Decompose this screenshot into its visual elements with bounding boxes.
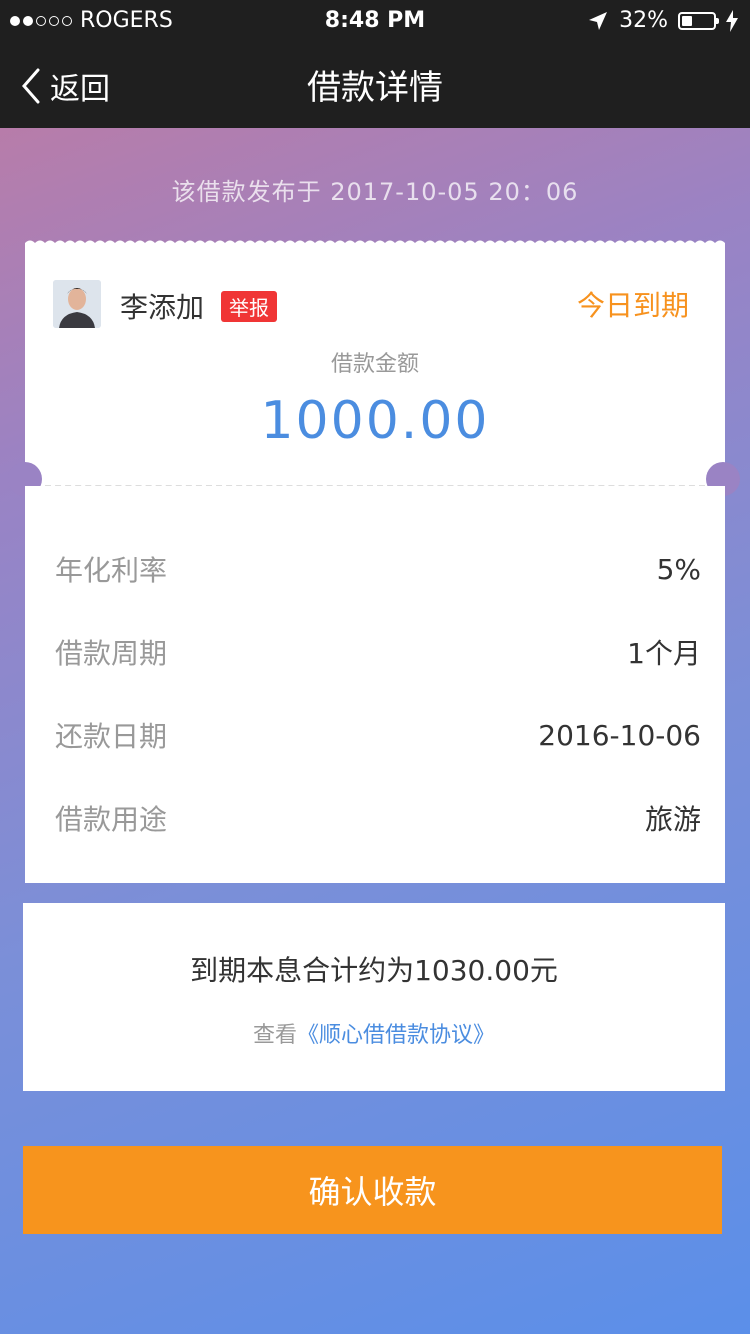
detail-row-rate: 年化利率 5%	[55, 549, 701, 589]
due-status: 今日到期	[576, 289, 689, 322]
detail-label: 年化利率	[55, 554, 168, 587]
amount-label: 借款金额	[330, 352, 419, 377]
nav-bar: 返回 借款详情	[0, 40, 750, 128]
agreement-link[interactable]: 《顺心借借款协议》	[297, 1023, 495, 1048]
agreement-line: 查看《顺心借借款协议》	[23, 1017, 725, 1049]
loan-details-card: 年化利率 5% 借款周期 1个月 还款日期 2016-10-06 借款用途 旅游	[25, 486, 725, 883]
publish-date: 该借款发布于 2017-10-05 20：06	[171, 178, 579, 206]
detail-row-purpose: 借款用途 旅游	[55, 798, 701, 838]
detail-label: 还款日期	[55, 720, 168, 753]
total-amount-text: 到期本息合计约为1030.00元	[190, 954, 558, 987]
avatar[interactable]	[53, 280, 101, 328]
zigzag-edge	[25, 240, 725, 248]
battery-icon	[678, 11, 719, 30]
charging-bolt-icon	[726, 9, 738, 32]
report-button[interactable]: 举报	[221, 291, 277, 322]
detail-row-period: 借款周期 1个月	[55, 632, 701, 672]
detail-value: 1个月	[627, 637, 701, 670]
detail-row-repay-date: 还款日期 2016-10-06	[55, 715, 701, 755]
page-title: 借款详情	[307, 68, 443, 108]
confirm-receipt-button[interactable]: 确认收款	[23, 1146, 722, 1234]
status-bar: ROGERS 8:48 PM 32%	[0, 0, 750, 40]
borrower-name: 李添加	[120, 291, 205, 324]
loan-summary-card: 李添加 举报 今日到期 借款金额 1000.00	[25, 240, 725, 486]
loan-amount: 1000.00	[260, 391, 490, 451]
battery-percent: 32%	[619, 8, 668, 33]
detail-label: 借款用途	[55, 803, 168, 836]
detail-value: 旅游	[644, 803, 701, 836]
detail-label: 借款周期	[55, 637, 168, 670]
location-arrow-icon	[589, 11, 608, 30]
detail-value: 2016-10-06	[538, 718, 701, 752]
agreement-prefix: 查看	[252, 1023, 297, 1048]
detail-value: 5%	[656, 552, 701, 586]
total-card: 到期本息合计约为1030.00元 查看《顺心借借款协议》	[23, 903, 725, 1091]
